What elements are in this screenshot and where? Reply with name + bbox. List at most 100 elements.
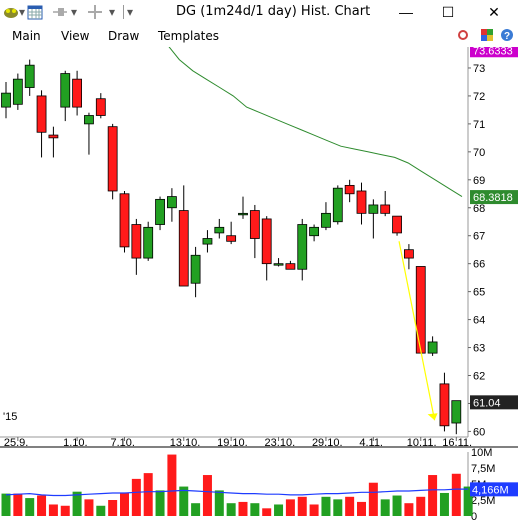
calendar-icon[interactable] [26, 3, 44, 21]
price-label-last: 61.04 [470, 395, 518, 410]
candle-body [190, 254, 201, 284]
y-tick-label: 70 [473, 147, 485, 159]
candle-body [273, 263, 284, 266]
volume-bar [37, 495, 47, 516]
volume-bar [238, 501, 248, 516]
candle-body [356, 190, 367, 214]
volume-bar [274, 504, 284, 516]
volume-bar [309, 504, 319, 516]
y-tick-label: 72 [473, 91, 485, 103]
candle-body [451, 400, 462, 424]
candle-body [202, 238, 213, 245]
separator [122, 3, 124, 21]
volume-bar [1, 493, 11, 516]
candle-body [166, 196, 177, 209]
volume-bar [108, 500, 118, 516]
y-tick-label: 68 [473, 203, 485, 215]
volume-bar [25, 498, 35, 516]
y-tick-label: 63 [473, 343, 485, 355]
candle [119, 190, 130, 253]
candle-body [344, 184, 355, 195]
volume-bar [202, 475, 212, 516]
y-tick-label: 64 [473, 315, 485, 327]
volume-bar [226, 503, 236, 516]
candle-body [214, 226, 225, 234]
volume-bar [439, 492, 449, 516]
candle-body [24, 64, 35, 88]
svg-text:?: ? [504, 31, 510, 42]
price-label-last-text: 61.04 [473, 397, 501, 409]
volume-bar [143, 473, 153, 516]
candle-body [84, 115, 94, 125]
volume-bar [262, 508, 272, 516]
volume-bar [404, 503, 414, 516]
minimize-button[interactable]: — [386, 2, 426, 22]
close-button[interactable]: ✕ [474, 2, 514, 22]
volume-bar [428, 475, 438, 516]
candle-body [48, 134, 59, 139]
candle-body [403, 249, 414, 259]
candle-body [143, 226, 154, 259]
crosshair-icon[interactable] [86, 3, 104, 21]
caret-menu-icon[interactable]: ▾ [18, 3, 26, 21]
menu-view[interactable]: View [61, 29, 89, 43]
volume-bar [297, 496, 307, 516]
volume-bar [416, 496, 426, 516]
candle-body [368, 204, 379, 214]
candle-body [427, 341, 438, 354]
maximize-button[interactable]: ☐ [428, 2, 468, 22]
candle-body [392, 215, 402, 234]
caret-more-icon[interactable]: ▾ [126, 3, 134, 21]
candle-body [178, 210, 189, 287]
volume-bar [155, 490, 165, 516]
caret-pin-icon[interactable]: ▾ [70, 3, 78, 21]
candle-body [72, 78, 82, 108]
y-tick-label: 73 [473, 63, 485, 75]
y-tick-label: 62 [473, 370, 485, 382]
volume-bar [84, 499, 94, 516]
volume-bar [392, 495, 402, 516]
price-chart[interactable]: 606162636465666768697071727373.633368.38… [0, 47, 518, 527]
menu-main[interactable]: Main [12, 29, 41, 43]
settings-gear-icon[interactable] [456, 28, 470, 42]
candle-body [226, 235, 237, 242]
volume-bar [357, 501, 366, 516]
candle [143, 221, 154, 261]
caret-crosshair-icon[interactable]: ▾ [108, 3, 116, 21]
menu-draw[interactable]: Draw [108, 29, 139, 43]
price-label-top: 73.6333 [470, 47, 518, 58]
candle-body [1, 92, 11, 108]
volume-bar [285, 499, 295, 516]
volume-bar [333, 499, 343, 516]
volume-tick-label: 10M [471, 447, 492, 459]
menu-templates[interactable]: Templates [158, 29, 219, 43]
volume-bar [368, 482, 378, 516]
volume-bar [214, 490, 224, 516]
candle-body [36, 95, 47, 133]
candle [415, 266, 426, 354]
candle-body [261, 218, 272, 265]
candle-body [238, 212, 248, 216]
candle-body [439, 383, 450, 427]
candle-body [332, 187, 343, 223]
volume-tick-label: 7,5M [471, 463, 495, 475]
y-tick-label: 71 [473, 119, 485, 131]
help-icon[interactable]: ? [500, 28, 514, 42]
pin-icon[interactable] [52, 3, 68, 21]
volume-bar [60, 505, 70, 516]
volume-bar [451, 473, 461, 516]
volume-avg-label-text: 4,166M [472, 484, 509, 496]
candle-body [285, 263, 296, 270]
y-tick-label: 66 [473, 259, 485, 271]
candle-body [131, 224, 142, 259]
y-tick-label: 67 [473, 231, 485, 243]
price-label-ma-text: 68.3818 [473, 192, 513, 204]
candle-body [309, 226, 320, 237]
candle [107, 123, 118, 200]
candle-body [321, 212, 331, 228]
candle-body [155, 198, 165, 225]
y-tick-label: 60 [473, 426, 485, 438]
candle-body [119, 193, 130, 248]
color-grid-icon[interactable] [480, 28, 494, 42]
y-tick-label: 69 [473, 175, 485, 187]
